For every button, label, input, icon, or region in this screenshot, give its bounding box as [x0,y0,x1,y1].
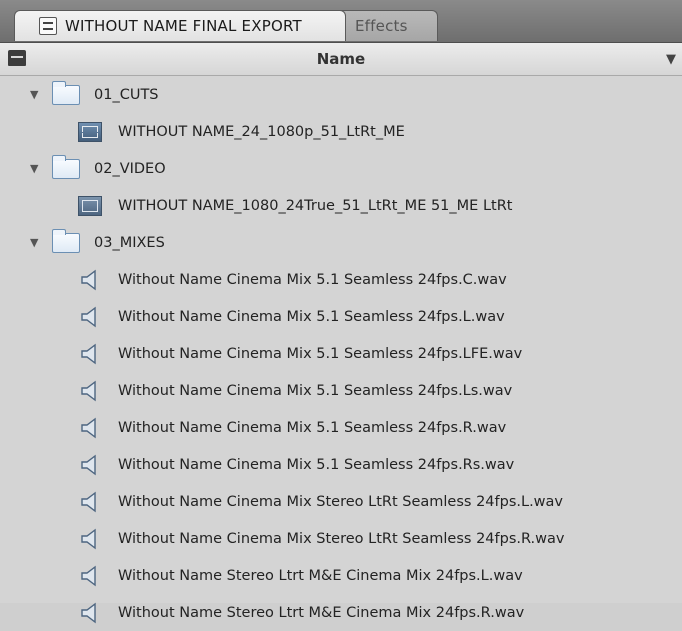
audio-clip-icon [80,565,100,587]
list-item[interactable]: ▼ 01_CUTS [0,76,682,113]
list-item-label: WITHOUT NAME_24_1080p_51_LtRt_ME [118,123,405,140]
tab-without-name-final-export[interactable]: WITHOUT NAME FINAL EXPORT [14,10,346,41]
list-item-label: Without Name Cinema Mix 5.1 Seamless 24f… [118,271,507,288]
list-item-label: Without Name Cinema Mix 5.1 Seamless 24f… [118,419,507,436]
list-item-label: Without Name Cinema Mix 5.1 Seamless 24f… [118,456,515,473]
list-item-label: Without Name Cinema Mix Stereo LtRt Seam… [118,530,565,547]
list-item[interactable]: WITHOUT NAME_24_1080p_51_LtRt_ME [0,113,682,150]
list-item-label: Without Name Stereo Ltrt M&E Cinema Mix … [118,604,525,621]
audio-clip-icon [80,380,100,402]
folder-icon [52,154,80,179]
browser-window: WITHOUT NAME FINAL EXPORT Effects Name ▼… [0,0,682,623]
folder-icon [52,228,80,253]
list-item-label: WITHOUT NAME_1080_24True_51_LtRt_ME 51_M… [118,197,513,214]
column-header: Name ▼ [0,43,682,76]
list-item-label: Without Name Cinema Mix 5.1 Seamless 24f… [118,382,513,399]
disclosure-triangle-icon[interactable]: ▼ [30,162,42,175]
tab-strip: WITHOUT NAME FINAL EXPORT Effects [0,0,682,43]
list-item-label: Without Name Stereo Ltrt M&E Cinema Mix … [118,567,523,584]
list-item[interactable]: ▼ 02_VIDEO [0,150,682,187]
list-item-label: Without Name Cinema Mix 5.1 Seamless 24f… [118,345,523,362]
name-column-header[interactable]: Name [0,50,682,68]
list-item[interactable]: Without Name Cinema Mix 5.1 Seamless 24f… [0,261,682,298]
list-item[interactable]: Without Name Cinema Mix 5.1 Seamless 24f… [0,335,682,372]
sequence-icon [78,121,102,142]
sequence-icon [39,17,57,35]
audio-clip-icon [80,454,100,476]
audio-clip-icon [80,269,100,291]
tab-effects[interactable]: Effects [330,10,438,41]
browser-list: ▼ 01_CUTS WITHOUT NAME_24_1080p_51_LtRt_… [0,76,682,631]
audio-clip-icon [80,417,100,439]
list-item[interactable]: Without Name Cinema Mix Stereo LtRt Seam… [0,520,682,557]
audio-clip-icon [80,343,100,365]
list-item[interactable]: Without Name Cinema Mix 5.1 Seamless 24f… [0,446,682,483]
disclosure-triangle-icon[interactable]: ▼ [30,236,42,249]
tab-label: WITHOUT NAME FINAL EXPORT [65,17,302,35]
list-item[interactable]: Without Name Stereo Ltrt M&E Cinema Mix … [0,594,682,631]
sort-arrow-icon[interactable]: ▼ [666,52,676,67]
list-item[interactable]: Without Name Cinema Mix Stereo LtRt Seam… [0,483,682,520]
tab-label: Effects [355,17,408,35]
list-item[interactable]: Without Name Cinema Mix 5.1 Seamless 24f… [0,409,682,446]
list-item-label: 02_VIDEO [94,160,166,177]
list-item[interactable]: Without Name Cinema Mix 5.1 Seamless 24f… [0,298,682,335]
list-item-label: Without Name Cinema Mix 5.1 Seamless 24f… [118,308,505,325]
list-item[interactable]: Without Name Cinema Mix 5.1 Seamless 24f… [0,372,682,409]
folder-icon [52,80,80,105]
list-item-label: Without Name Cinema Mix Stereo LtRt Seam… [118,493,564,510]
audio-clip-icon [80,528,100,550]
audio-clip-icon [80,491,100,513]
list-item[interactable]: Without Name Stereo Ltrt M&E Cinema Mix … [0,557,682,594]
list-item[interactable]: WITHOUT NAME_1080_24True_51_LtRt_ME 51_M… [0,187,682,224]
video-clip-icon [78,195,102,216]
list-item-label: 01_CUTS [94,86,159,103]
list-item[interactable]: ▼ 03_MIXES [0,224,682,261]
list-item-label: 03_MIXES [94,234,165,251]
audio-clip-icon [80,602,100,624]
audio-clip-icon [80,306,100,328]
disclosure-triangle-icon[interactable]: ▼ [30,88,42,101]
